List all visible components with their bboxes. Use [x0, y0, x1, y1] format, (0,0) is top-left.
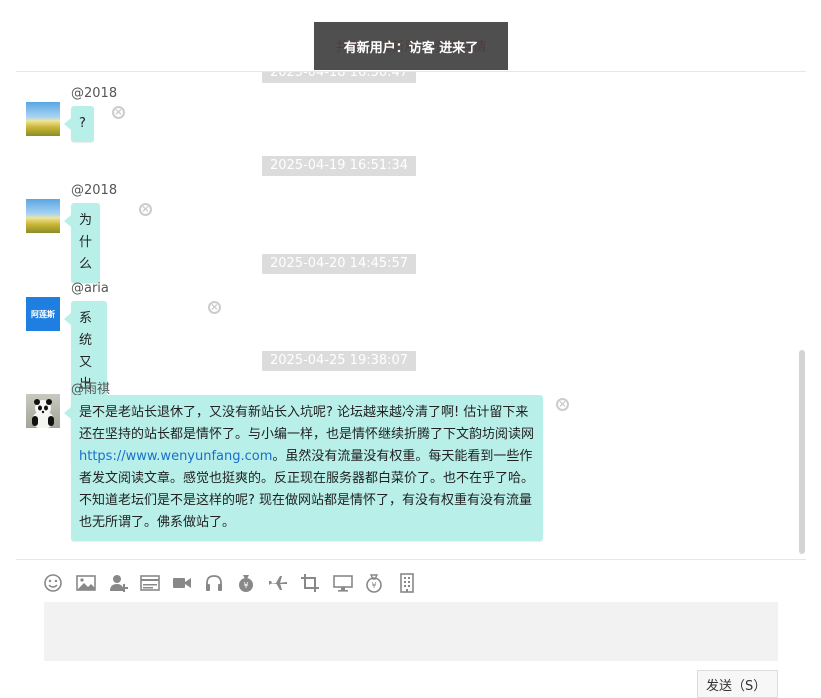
svg-text:¥: ¥ — [371, 581, 376, 590]
card-icon[interactable] — [139, 572, 161, 594]
message-username: @aria — [71, 281, 109, 296]
avatar[interactable] — [26, 102, 60, 136]
svg-text:¥: ¥ — [243, 581, 248, 590]
delete-icon[interactable]: × — [112, 106, 125, 119]
money-bag-icon[interactable]: ¥ — [235, 572, 257, 594]
add-user-icon[interactable] — [108, 572, 130, 594]
avatar[interactable] — [26, 199, 60, 233]
message-link[interactable]: https://www.wenyunfang.com — [79, 449, 272, 464]
timestamp: 2025-04-19 16:51:34 — [262, 156, 417, 176]
avatar-label: 阿莲斯 — [31, 309, 55, 319]
avatar[interactable] — [26, 394, 60, 428]
message-bubble: ? — [64, 106, 94, 142]
message-input[interactable] — [44, 602, 778, 661]
message-text: 是不是老站长退休了，又没有新站长入坑呢? 论坛越来越冷清了啊! 估计留下来还在坚… — [79, 405, 535, 442]
message-bubble: 为什么 — [63, 203, 101, 283]
smiley-icon[interactable] — [42, 572, 64, 594]
building-icon[interactable] — [396, 572, 418, 594]
monitor-icon[interactable] — [332, 572, 354, 594]
scrollbar[interactable] — [799, 350, 805, 554]
avatar[interactable]: 阿莲斯 — [26, 297, 60, 331]
delete-icon[interactable]: × — [139, 203, 152, 216]
image-icon[interactable] — [75, 572, 97, 594]
composer-toolbar: ¥ ¥ — [16, 559, 806, 604]
timestamp: 2025-04-20 14:45:57 — [262, 254, 417, 274]
crop-icon[interactable] — [299, 572, 321, 594]
new-user-toast: 有新用户：访客 进来了 — [314, 22, 508, 70]
send-button[interactable]: 发送（S） — [697, 670, 778, 698]
delete-icon[interactable]: × — [208, 301, 221, 314]
message-username: @2018 — [71, 183, 118, 198]
timestamp: 2025-04-18 16:50:47 — [262, 72, 417, 83]
message-username: @2018 — [71, 86, 118, 101]
video-icon[interactable] — [171, 572, 193, 594]
money-bag-icon-2[interactable]: ¥ — [363, 572, 385, 594]
airplane-icon[interactable] — [267, 572, 289, 594]
timestamp: 2025-04-25 19:38:07 — [262, 351, 417, 371]
panda-image — [32, 399, 54, 428]
message-bubble: 是不是老站长退休了，又没有新站长入坑呢? 论坛越来越冷清了啊! 估计留下来还在坚… — [64, 395, 543, 541]
delete-icon[interactable]: × — [556, 398, 569, 411]
message-list[interactable]: 2025-04-18 16:50:47 @2018 ? × 2025-04-19… — [16, 72, 806, 558]
headphones-icon[interactable] — [203, 572, 225, 594]
